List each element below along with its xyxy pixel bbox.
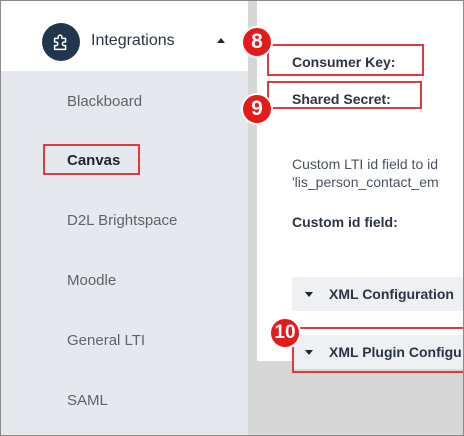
sidebar-item-general-lti[interactable]: General LTI (67, 332, 145, 349)
sidebar-item-saml[interactable]: SAML (67, 392, 108, 409)
sidebar-item-moodle[interactable]: Moodle (67, 272, 116, 289)
consumer-key-highlight-box (267, 44, 424, 76)
caret-up-icon[interactable] (217, 38, 225, 43)
app-frame: Integrations Blackboard Canvas D2L Brigh… (0, 0, 464, 436)
xml-configuration-accordion[interactable]: XML Configuration (292, 277, 463, 311)
custom-lti-description-line1: Custom LTI id field to id (292, 156, 439, 172)
custom-id-field-label: Custom id field: (292, 214, 398, 230)
sidebar: Integrations Blackboard Canvas D2L Brigh… (1, 1, 248, 435)
sidebar-item-blackboard[interactable]: Blackboard (67, 93, 142, 110)
xml-configuration-label: XML Configuration (329, 286, 454, 302)
puzzle-icon (42, 23, 80, 61)
xml-plugin-highlight-box (292, 327, 463, 373)
shared-secret-highlight-box (267, 81, 422, 109)
triangle-down-icon (305, 291, 313, 297)
integrations-label: Integrations (91, 32, 175, 49)
step-badge-10: 10 (269, 317, 301, 349)
step-badge-8: 8 (241, 26, 273, 58)
custom-lti-description-line2: 'lis_person_contact_em (292, 174, 439, 190)
canvas-highlight-box (43, 144, 140, 175)
step-badge-9: 9 (241, 93, 273, 125)
sidebar-item-d2l-brightspace[interactable]: D2L Brightspace (67, 212, 177, 229)
integrations-menu-header[interactable]: Integrations (1, 1, 248, 71)
